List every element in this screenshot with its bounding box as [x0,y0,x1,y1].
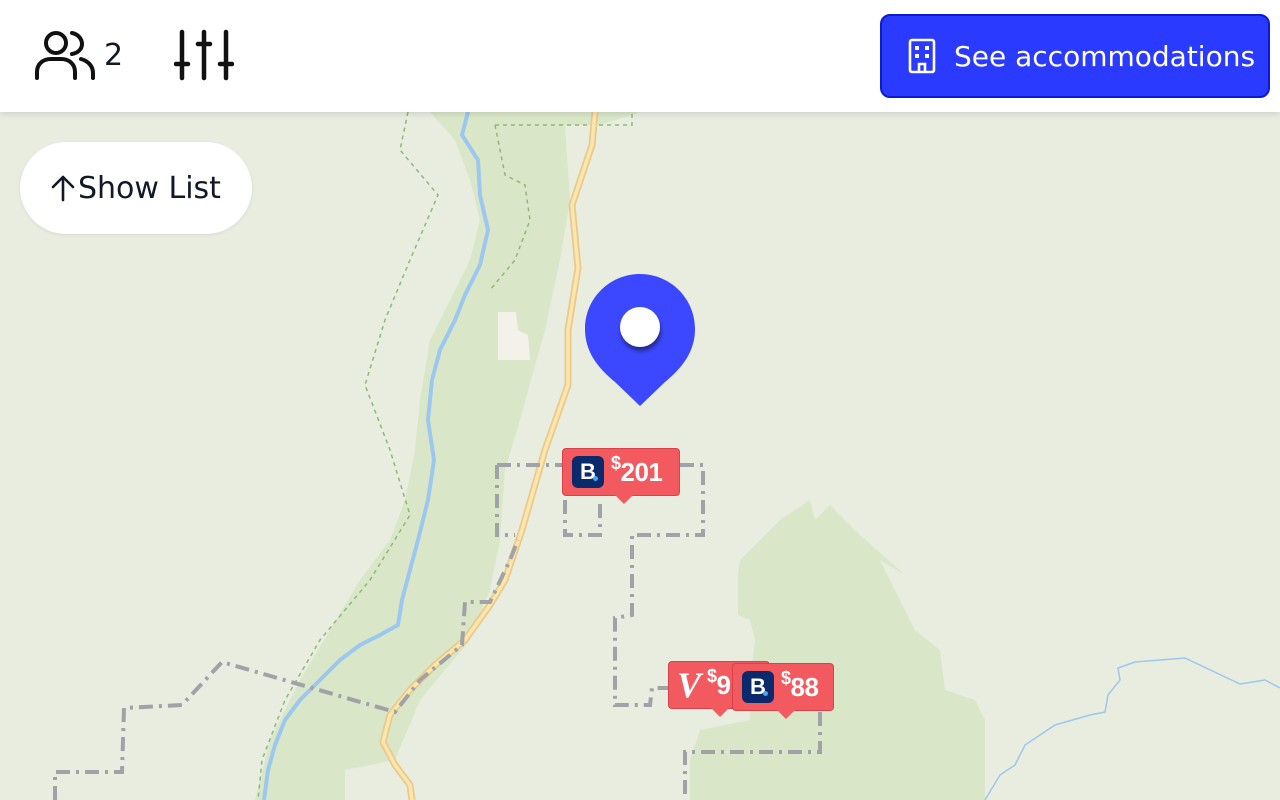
see-accommodations-button[interactable]: See accommodations [880,14,1270,98]
vrbo-logo-icon: V [677,665,702,705]
show-list-button[interactable]: Show List [20,142,252,234]
arrow-up-icon [50,174,76,202]
top-bar: 2 See accommodations [0,0,1280,112]
location-pin-icon[interactable] [585,274,695,408]
filters-button[interactable] [174,28,234,82]
booking-logo-icon: B [742,671,774,703]
price-marker-booking[interactable]: B $201 [562,448,680,504]
marker-price: $88 [781,667,819,702]
show-list-label: Show List [78,170,221,206]
marker-price: $201 [611,452,663,487]
marker-price: $9 [707,665,731,700]
guests-button[interactable]: 2 [34,28,123,82]
sliders-icon [174,28,234,82]
building-icon [908,38,936,74]
price-marker-booking[interactable]: B $88 [732,663,834,719]
guests-count: 2 [104,37,124,73]
booking-logo-icon: B [572,456,604,488]
see-accommodations-label: See accommodations [954,39,1256,73]
users-icon [34,28,96,82]
